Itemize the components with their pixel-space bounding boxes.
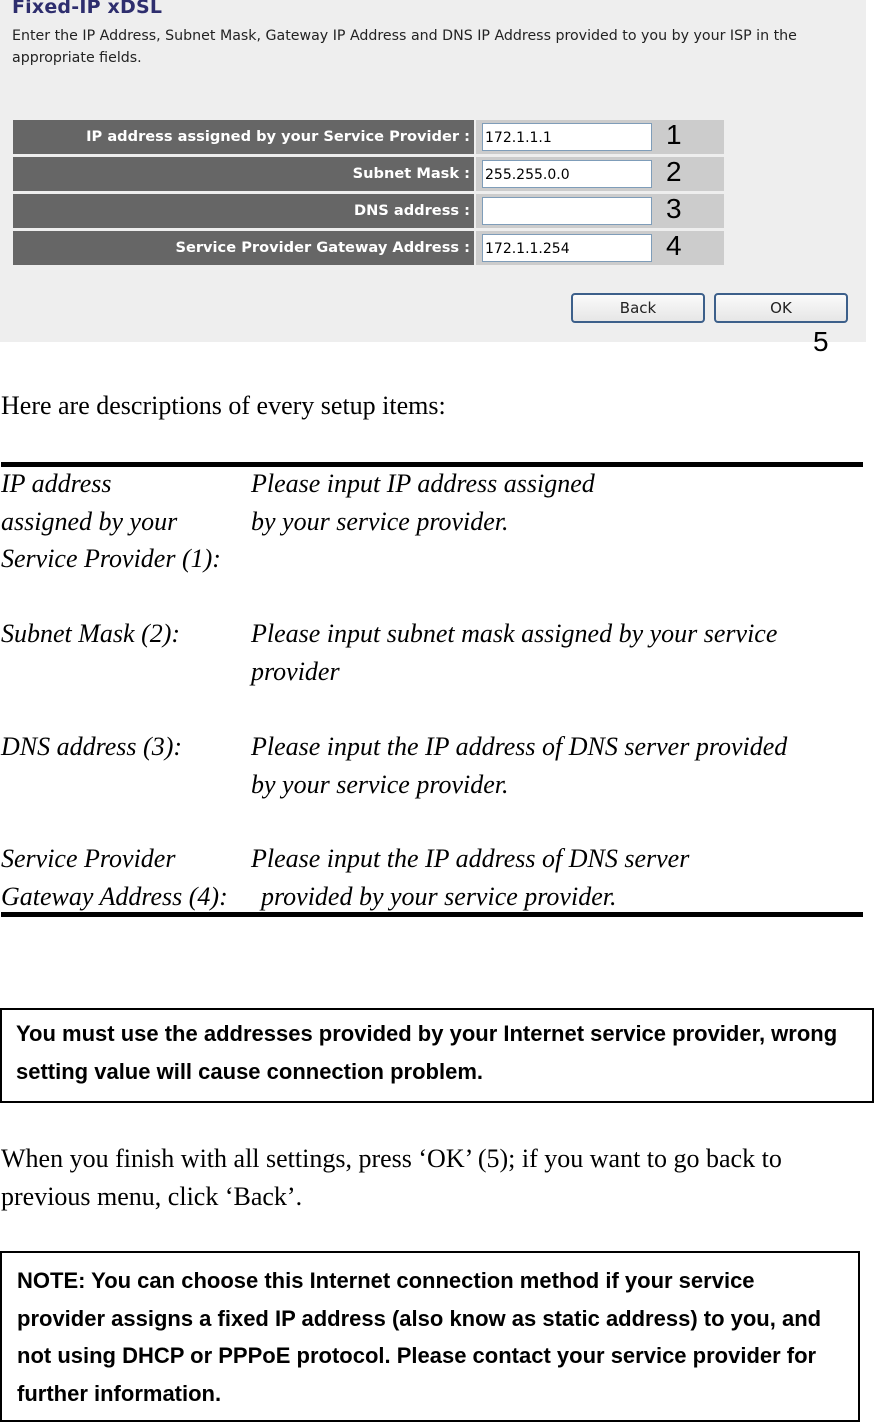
gateway-address-cell: 4 [476,230,724,265]
term-ip-address: IP address assigned by your Service Prov… [1,469,221,573]
ip-address-cell: 1 [476,119,724,154]
dns-address-input[interactable] [482,197,652,225]
dns-address-label: DNS address : [13,194,474,228]
dns-address-cell: 3 [476,193,724,228]
desc-gateway-address: Please input the IP address of DNS serve… [251,844,690,911]
callout-3: 3 [666,193,682,224]
term-dns-address: DNS address (3): [1,732,183,761]
desc-dns-address: Please input the IP address of DNS serve… [251,732,788,799]
gateway-address-row: Service Provider Gateway Address : 4 [13,230,724,265]
ip-address-label: IP address assigned by your Service Prov… [13,120,474,154]
panel-title: Fixed-IP xDSL [12,0,163,18]
note-box: NOTE: You can choose this Internet conne… [0,1251,860,1422]
finish-instructions: When you finish with all settings, press… [1,1144,782,1211]
panel-description: Enter the IP Address, Subnet Mask, Gatew… [12,28,797,66]
dns-address-row: DNS address : 3 [13,193,724,228]
gateway-address-label: Service Provider Gateway Address : [13,231,474,265]
subnet-mask-row: Subnet Mask : 2 [13,156,724,191]
gateway-address-input[interactable] [482,234,652,262]
subnet-mask-input[interactable] [482,160,652,188]
subnet-mask-cell: 2 [476,156,724,191]
back-button[interactable]: Back [571,293,705,323]
term-gateway-address: Service Provider Gateway Address (4): [1,844,228,911]
ok-button[interactable]: OK [714,293,848,323]
ip-address-row: IP address assigned by your Service Prov… [13,119,724,154]
term-subnet-mask: Subnet Mask (2): [1,619,181,648]
ip-address-input[interactable] [482,123,652,151]
warning-box: You must use the addresses provided by y… [0,1008,874,1103]
table-bottom-rule [1,912,863,917]
callout-4: 4 [666,230,682,261]
desc-subnet-mask: Please input subnet mask assigned by you… [251,619,778,686]
subnet-mask-label: Subnet Mask : [13,157,474,191]
callout-2: 2 [666,156,682,187]
callout-1: 1 [666,119,682,150]
desc-ip-address: Please input IP address assigned by your… [251,469,595,536]
router-setup-screenshot: Fixed-IP xDSL Enter the IP Address, Subn… [0,0,866,342]
callout-5: 5 [813,326,829,357]
intro-text: Here are descriptions of every setup ite… [1,391,446,420]
